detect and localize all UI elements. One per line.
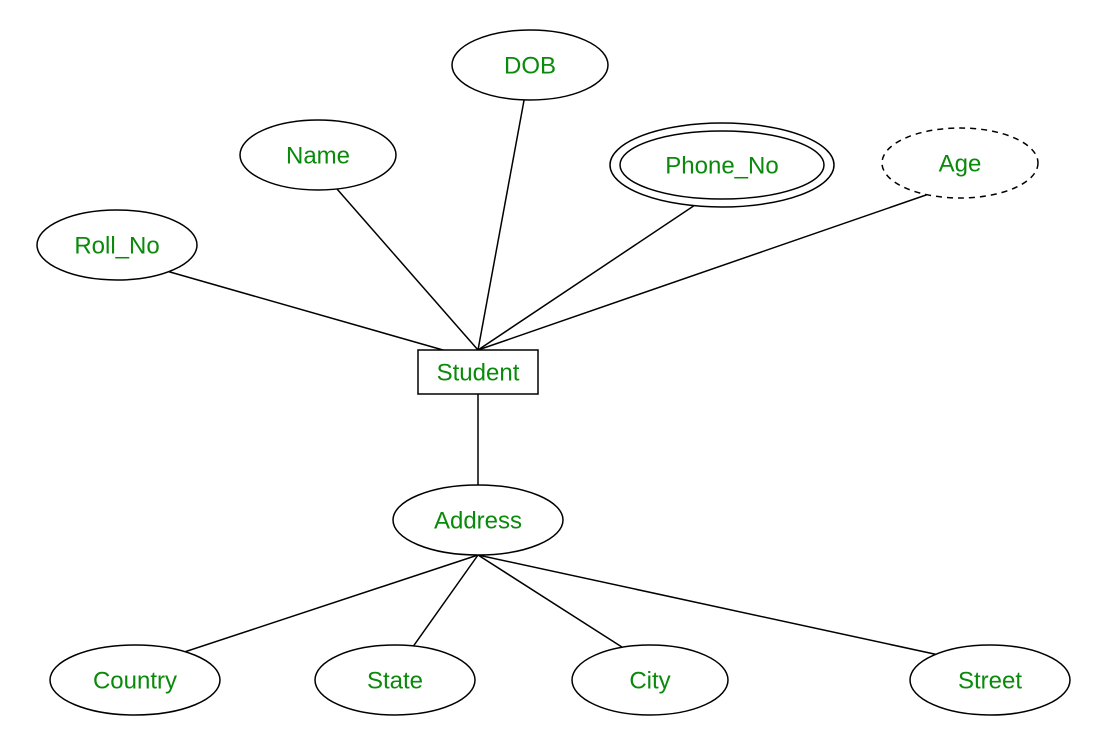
attr-country-label: Country — [93, 667, 177, 694]
attr-name: Name — [240, 120, 396, 190]
er-diagram-canvas: Student Roll_No Name DOB Phone_No Age Ad… — [0, 0, 1112, 753]
attr-phoneno-label: Phone_No — [665, 152, 778, 179]
edge-student-dob — [478, 95, 525, 350]
edge-student-phoneno — [478, 195, 710, 350]
attr-age: Age — [882, 128, 1038, 198]
attr-address: Address — [393, 485, 563, 555]
attr-dob: DOB — [452, 30, 608, 100]
attr-street-label: Street — [958, 667, 1022, 694]
attr-city: City — [572, 645, 728, 715]
edge-student-age — [478, 185, 955, 350]
attr-dob-label: DOB — [504, 52, 556, 79]
entity-student-label: Student — [437, 359, 520, 386]
attr-country: Country — [50, 645, 220, 715]
attr-age-label: Age — [939, 150, 982, 177]
attr-rollno-label: Roll_No — [74, 232, 159, 259]
attr-rollno: Roll_No — [37, 210, 197, 280]
attr-name-label: Name — [286, 142, 350, 169]
attr-city-label: City — [629, 667, 670, 694]
attr-address-label: Address — [434, 507, 522, 534]
edge-address-street — [478, 555, 985, 665]
attr-phoneno: Phone_No — [610, 123, 834, 207]
attr-state-label: State — [367, 667, 423, 694]
attr-state: State — [315, 645, 475, 715]
entity-student: Student — [418, 350, 538, 394]
attr-street: Street — [910, 645, 1070, 715]
edge-student-rollno — [135, 262, 478, 360]
